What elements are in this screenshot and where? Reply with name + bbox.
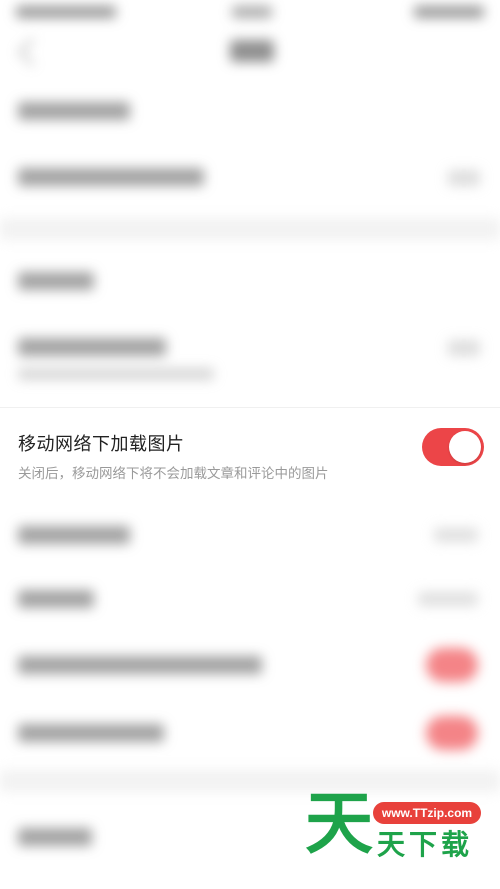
row-label	[18, 272, 94, 290]
row-value	[434, 528, 478, 542]
row-label	[18, 724, 164, 742]
settings-row[interactable]	[0, 80, 500, 142]
nav-bar	[0, 26, 500, 80]
row-label	[18, 102, 130, 120]
settings-row[interactable]	[0, 698, 500, 764]
row-label	[18, 828, 92, 846]
settings-row[interactable]	[0, 630, 500, 698]
status-bar-right	[414, 6, 484, 18]
nav-title	[230, 40, 274, 62]
blurred-settings-top	[0, 0, 500, 407]
settings-row[interactable]	[0, 142, 500, 212]
row-label	[18, 656, 262, 674]
row-label	[18, 526, 130, 544]
section-divider	[0, 218, 500, 240]
status-bar	[0, 0, 500, 26]
watermark-tian-glyph: 天	[305, 785, 374, 864]
row-toggle[interactable]	[426, 648, 478, 682]
watermark-logo: 天 www.TTzip.com 天下载	[303, 790, 500, 889]
row-value	[448, 340, 480, 356]
setting-row-load-images-mobile[interactable]: 移动网络下加载图片 关闭后，移动网络下将不会加载文章和评论中的图片	[0, 407, 500, 502]
toggle-knob	[449, 431, 481, 463]
watermark-url: www.TTzip.com	[373, 802, 481, 824]
settings-row[interactable]	[0, 248, 500, 312]
load-images-toggle[interactable]	[422, 428, 484, 466]
row-label	[18, 168, 204, 186]
settings-row[interactable]	[0, 564, 500, 630]
status-bar-left	[16, 6, 116, 18]
row-sub-label	[18, 368, 214, 380]
settings-row[interactable]	[0, 502, 500, 564]
watermark-text: 天下载	[377, 828, 474, 861]
settings-row[interactable]	[0, 312, 500, 407]
setting-description: 关闭后，移动网络下将不会加载文章和评论中的图片	[18, 466, 329, 482]
row-value	[418, 592, 478, 606]
row-label	[18, 338, 166, 356]
status-bar-time	[232, 6, 272, 18]
row-toggle[interactable]	[426, 716, 478, 750]
row-value	[448, 170, 480, 186]
section-divider	[0, 770, 500, 792]
setting-title: 移动网络下加载图片	[18, 434, 185, 455]
back-arrow-icon[interactable]	[17, 37, 47, 67]
row-label	[18, 590, 94, 608]
